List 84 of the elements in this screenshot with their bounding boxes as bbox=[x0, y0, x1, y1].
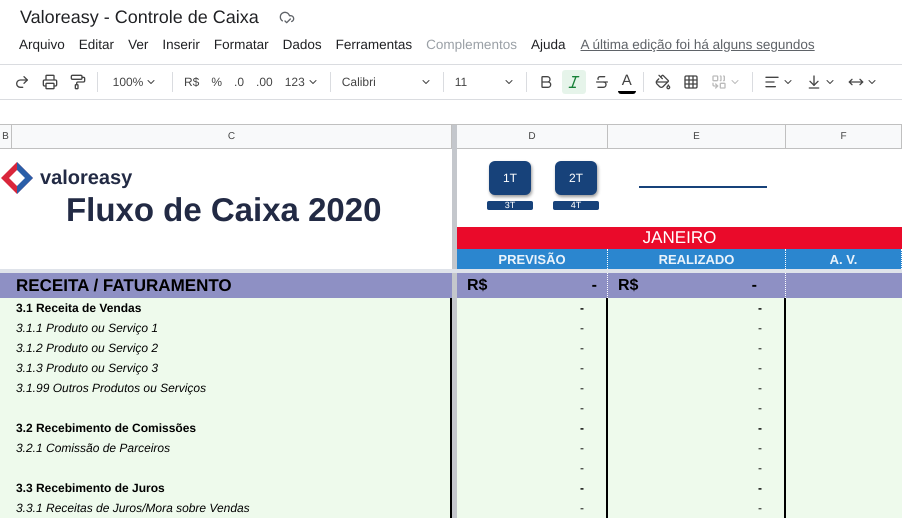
table-cell: - bbox=[608, 478, 786, 498]
column-subheader: PREVISÃO bbox=[457, 249, 608, 269]
table-cell: 3.1.99 Outros Produtos ou Serviços bbox=[0, 378, 452, 398]
table-cell: - bbox=[457, 438, 608, 458]
table-cell: 3.1 Receita de Vendas bbox=[0, 298, 452, 318]
table-cell: - bbox=[457, 458, 608, 478]
table-cell: - bbox=[457, 398, 608, 418]
table-cell: - bbox=[457, 418, 608, 438]
quarter-button[interactable]: 1T bbox=[489, 161, 531, 195]
table-cell: - bbox=[608, 458, 786, 478]
column-header[interactable]: B bbox=[0, 125, 12, 149]
column-header[interactable]: F bbox=[786, 125, 902, 149]
table-cell: 3.1.3 Produto ou Serviço 3 bbox=[0, 358, 452, 378]
zoom-dropdown[interactable]: 100% bbox=[105, 70, 165, 94]
table-cell: - bbox=[457, 338, 608, 358]
column-header[interactable]: C bbox=[12, 125, 452, 149]
redo-icon bbox=[14, 74, 30, 90]
diamond-logo-icon bbox=[0, 161, 34, 195]
font-dropdown[interactable]: Calibri bbox=[338, 70, 436, 94]
table-cell: - bbox=[457, 318, 608, 338]
table-cell: 3.3 Recebimento de Juros bbox=[0, 478, 452, 498]
document-title: Valoreasy - Controle de Caixa bbox=[20, 6, 259, 28]
align-left-icon bbox=[764, 74, 780, 90]
table-cell: 3.1.1 Produto ou Serviço 1 bbox=[0, 318, 452, 338]
sheet-title: Fluxo de Caixa 2020 bbox=[66, 191, 382, 229]
table-cell: 3.2.1 Comissão de Parceiros bbox=[0, 438, 452, 458]
printer-icon bbox=[42, 74, 58, 90]
increase-decimals-button[interactable]: .00 bbox=[252, 70, 277, 94]
column-header[interactable]: D bbox=[457, 125, 608, 149]
table-cell: - bbox=[457, 478, 608, 498]
quarter-tab[interactable]: 3T bbox=[487, 201, 533, 210]
italic-icon bbox=[566, 74, 582, 90]
table-cell: - bbox=[457, 378, 608, 398]
paint-bucket-icon bbox=[654, 74, 671, 90]
quarter-tab[interactable]: 4T bbox=[553, 201, 599, 210]
menu-item[interactable]: Ferramentas bbox=[328, 36, 420, 52]
table-cell: - bbox=[608, 298, 786, 318]
table-cell: - bbox=[608, 318, 786, 338]
decrease-decimals-button[interactable]: .0 bbox=[230, 70, 248, 94]
text-color-button[interactable]: A bbox=[618, 70, 636, 94]
menu-item[interactable]: Editar bbox=[72, 36, 122, 52]
last-edit-link[interactable]: A última edição foi há alguns segundos bbox=[580, 36, 815, 52]
strikethrough-icon bbox=[594, 74, 610, 90]
quarter-button[interactable]: 2T bbox=[555, 161, 597, 195]
month-header: JANEIRO bbox=[457, 227, 902, 249]
table-cell: - bbox=[608, 358, 786, 378]
number-format-dropdown[interactable]: 123 bbox=[280, 70, 323, 94]
currency-button[interactable]: R$ bbox=[180, 70, 204, 94]
forecast-total: - bbox=[592, 276, 597, 294]
table-cell bbox=[0, 273, 12, 298]
currency-symbol: R$ bbox=[467, 276, 488, 294]
align-bottom-icon bbox=[806, 74, 822, 90]
paint-roller-icon bbox=[70, 74, 86, 90]
table-cell: - bbox=[608, 438, 786, 458]
column-subheader: REALIZADO bbox=[608, 249, 786, 269]
section-title-cell: RECEITA / FATURAMENTO bbox=[12, 273, 452, 298]
table-cell: 3.3.1 Receitas de Juros/Mora sobre Vendas bbox=[0, 498, 452, 518]
column-header[interactable]: E bbox=[608, 125, 786, 149]
font-size-dropdown[interactable]: 11 bbox=[450, 70, 519, 94]
column-subheader: A. V. bbox=[786, 249, 902, 269]
table-cell: - bbox=[457, 358, 608, 378]
borders-icon bbox=[682, 74, 699, 90]
menu-item[interactable]: Dados bbox=[276, 36, 329, 52]
table-cell: - bbox=[608, 398, 786, 418]
table-cell: - bbox=[608, 338, 786, 358]
table-cell: - bbox=[457, 498, 608, 518]
table-cell: - bbox=[608, 418, 786, 438]
menu-item[interactable]: Ajuda bbox=[524, 36, 572, 52]
table-cell: - bbox=[608, 498, 786, 518]
table-cell: - bbox=[457, 298, 608, 318]
table-cell: - bbox=[608, 378, 786, 398]
menu-item[interactable]: Formatar bbox=[206, 36, 276, 52]
table-cell: 3.1.2 Produto ou Serviço 2 bbox=[0, 338, 452, 358]
table-cell: 3.2 Recebimento de Comissões bbox=[0, 418, 452, 438]
percent-button[interactable]: % bbox=[207, 70, 226, 94]
italic-button[interactable] bbox=[562, 70, 586, 94]
menu-item[interactable]: Arquivo bbox=[12, 36, 72, 52]
merge-cells-icon bbox=[710, 74, 727, 90]
actual-total: - bbox=[752, 276, 757, 294]
menu-item[interactable]: Inserir bbox=[155, 36, 207, 52]
menu-item[interactable]: Ver bbox=[121, 36, 156, 52]
cloud-saved-icon[interactable] bbox=[278, 9, 295, 25]
currency-symbol: R$ bbox=[618, 276, 638, 294]
brand-name: valoreasy bbox=[40, 166, 132, 190]
